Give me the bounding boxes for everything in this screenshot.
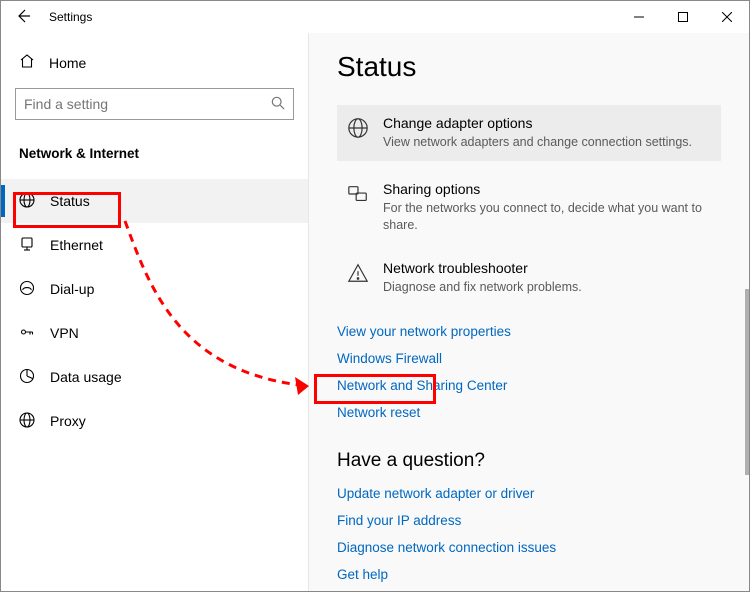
search-input[interactable] [24,96,254,112]
window-controls [617,1,749,33]
close-button[interactable] [705,1,749,33]
sharing-icon [347,181,369,234]
option-desc: View network adapters and change connect… [383,134,692,151]
nav-item-datausage[interactable]: Data usage [1,355,308,399]
search-icon [271,96,285,113]
datausage-icon [19,368,35,387]
question-heading: Have a question? [337,450,721,472]
main-container: Home Network & Internet Status [1,33,749,591]
search-box[interactable] [15,88,294,120]
back-button[interactable] [15,8,31,27]
option-title: Network troubleshooter [383,260,582,276]
status-icon [19,192,35,211]
scrollbar-thumb[interactable] [745,289,749,475]
nav-item-vpn[interactable]: VPN [1,311,308,355]
window-title: Settings [49,10,92,24]
option-title: Sharing options [383,181,711,197]
vpn-icon [19,324,35,343]
option-troubleshooter[interactable]: Network troubleshooter Diagnose and fix … [337,250,721,306]
nav-list: Status Ethernet Dial-up VPN [1,179,308,443]
warning-icon [347,260,369,296]
nav-item-label: Ethernet [50,237,103,253]
home-nav[interactable]: Home [1,43,308,82]
option-change-adapter[interactable]: Change adapter options View network adap… [337,105,721,161]
scrollbar[interactable] [735,33,749,591]
nav-item-dialup[interactable]: Dial-up [1,267,308,311]
titlebar: Settings [1,1,749,33]
option-title: Change adapter options [383,115,692,131]
adapter-icon [347,115,369,151]
home-icon [19,53,35,72]
nav-item-proxy[interactable]: Proxy [1,399,308,443]
nav-item-label: Status [50,193,90,209]
minimize-button[interactable] [617,1,661,33]
page-title: Status [337,51,721,83]
link-network-reset[interactable]: Network reset [337,399,721,426]
link-diagnose-issues[interactable]: Diagnose network connection issues [337,534,721,561]
nav-item-label: VPN [50,325,79,341]
nav-item-status[interactable]: Status [1,179,308,223]
nav-item-label: Proxy [50,413,86,429]
dialup-icon [19,280,35,299]
home-label: Home [49,55,86,71]
option-sharing[interactable]: Sharing options For the networks you con… [337,171,721,244]
link-get-help[interactable]: Get help [337,561,721,588]
proxy-icon [19,412,35,431]
link-update-adapter[interactable]: Update network adapter or driver [337,480,721,507]
option-desc: For the networks you connect to, decide … [383,200,711,234]
content-panel: Status Change adapter options View netwo… [308,33,749,591]
maximize-button[interactable] [661,1,705,33]
link-find-ip[interactable]: Find your IP address [337,507,721,534]
nav-item-ethernet[interactable]: Ethernet [1,223,308,267]
category-heading: Network & Internet [1,128,308,179]
nav-item-label: Data usage [50,369,122,385]
link-windows-firewall[interactable]: Windows Firewall [337,345,721,372]
link-view-properties[interactable]: View your network properties [337,318,721,345]
nav-item-label: Dial-up [50,281,94,297]
option-desc: Diagnose and fix network problems. [383,279,582,296]
sidebar: Home Network & Internet Status [1,33,308,591]
link-network-sharing-center[interactable]: Network and Sharing Center [337,372,721,399]
ethernet-icon [19,236,35,255]
